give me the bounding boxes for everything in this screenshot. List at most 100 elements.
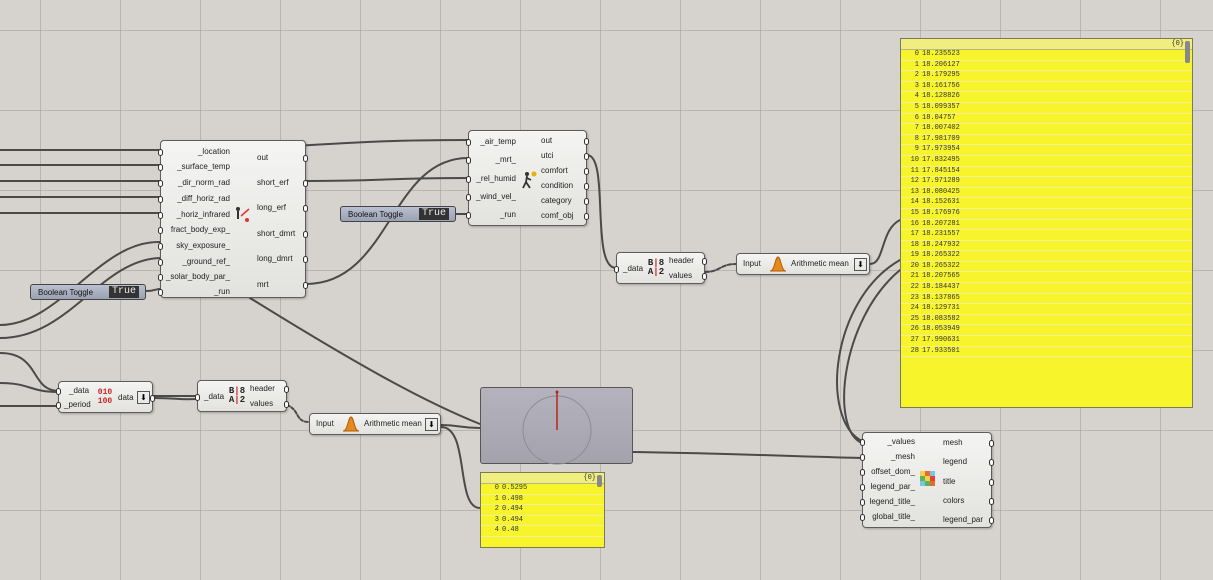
- output-out[interactable]: out: [257, 153, 268, 163]
- output-title[interactable]: title: [943, 477, 955, 487]
- output-data[interactable]: data: [118, 393, 134, 403]
- output-grip[interactable]: [284, 386, 289, 393]
- output-values[interactable]: values: [250, 399, 273, 409]
- input-grip[interactable]: [860, 499, 865, 506]
- deconstruct-data-bottom[interactable]: _data B|8 A|2 header values: [195, 380, 289, 412]
- output-utci[interactable]: utci: [541, 151, 553, 161]
- output-grip[interactable]: [150, 395, 155, 402]
- input-grip[interactable]: [614, 266, 619, 273]
- input-label[interactable]: Input: [316, 419, 334, 429]
- chevron-down-icon[interactable]: ⬇: [137, 391, 150, 404]
- input-wind-vel[interactable]: _wind_vel_: [476, 192, 516, 202]
- input-data[interactable]: _data: [623, 264, 643, 274]
- output-grip[interactable]: [303, 180, 308, 187]
- input-grip[interactable]: [860, 484, 865, 491]
- toggle-value[interactable]: True: [108, 286, 139, 298]
- output-grip[interactable]: [702, 258, 707, 265]
- output-grip[interactable]: [584, 213, 589, 220]
- input-mrt[interactable]: _mrt_: [496, 155, 516, 165]
- input-grip[interactable]: [158, 180, 163, 187]
- output-grip[interactable]: [702, 273, 707, 280]
- output-grip[interactable]: [284, 401, 289, 408]
- input-legend-title[interactable]: legend_title_: [870, 497, 915, 507]
- input-global-title[interactable]: global_title_: [872, 512, 915, 522]
- input-horiz-infrared[interactable]: _horiz_infrared: [177, 210, 230, 220]
- input-grip[interactable]: [158, 274, 163, 281]
- output-grip[interactable]: [989, 517, 994, 524]
- output-short-erf[interactable]: short_erf: [257, 178, 289, 188]
- input-grip[interactable]: [56, 402, 61, 409]
- chevron-down-icon[interactable]: ⬇: [425, 418, 438, 431]
- input-ground-ref[interactable]: _ground_ref_: [182, 257, 230, 267]
- grasshopper-canvas[interactable]: _location _surface_temp _dir_norm_rad _d…: [0, 0, 1213, 580]
- output-grip[interactable]: [303, 205, 308, 212]
- output-comf-obj[interactable]: comf_obj: [541, 211, 573, 221]
- output-values[interactable]: values: [669, 271, 692, 281]
- input-grip[interactable]: [466, 212, 471, 219]
- arithmetic-mean-bottom[interactable]: Input Arithmetic mean ⬇: [309, 413, 441, 435]
- input-values[interactable]: _values: [887, 437, 915, 447]
- output-grip[interactable]: [989, 479, 994, 486]
- input-fract-body-exp[interactable]: fract_body_exp_: [171, 225, 230, 235]
- output-grip[interactable]: [989, 498, 994, 505]
- output-header[interactable]: header: [250, 384, 275, 394]
- chevron-down-icon[interactable]: ⬇: [854, 258, 867, 271]
- color-mesh-legend-component[interactable]: _values _mesh offset_dom_ legend_par_ le…: [860, 432, 994, 528]
- output-legend-par[interactable]: legend_par: [943, 515, 983, 525]
- output-colors[interactable]: colors: [943, 496, 964, 506]
- input-grip[interactable]: [56, 388, 61, 395]
- deconstruct-data-top[interactable]: _data B|8 A|2 header values: [614, 252, 707, 284]
- input-grip[interactable]: [466, 157, 471, 164]
- input-air-temp[interactable]: _air_temp: [480, 137, 516, 147]
- input-data[interactable]: _data: [204, 392, 224, 402]
- output-panel-large[interactable]: {0} 0 18.235523 1 18.206127 2 18.179295 3 18.16…: [900, 38, 1193, 408]
- input-grip[interactable]: [860, 469, 865, 476]
- dial-gauge-component[interactable]: · ·: [480, 387, 633, 465]
- output-long-dmrt[interactable]: long_dmrt: [257, 254, 293, 264]
- input-grip[interactable]: [158, 259, 163, 266]
- boolean-toggle-run-mrt[interactable]: Boolean Toggle True: [30, 284, 146, 300]
- arithmetic-mean-top[interactable]: Input Arithmetic mean ⬇: [736, 253, 870, 275]
- input-rel-humid[interactable]: _rel_humid: [476, 174, 516, 184]
- input-dir-norm-rad[interactable]: _dir_norm_rad: [178, 178, 230, 188]
- output-grip[interactable]: [584, 168, 589, 175]
- output-grip[interactable]: [303, 256, 308, 263]
- boolean-toggle-run-utci[interactable]: Boolean Toggle True: [340, 206, 456, 222]
- output-panel-small[interactable]: {0} 0 0.5295 1 0.498 2 0.494 3 0.494 4 0.48: [480, 472, 605, 548]
- input-grip[interactable]: [158, 212, 163, 219]
- output-mrt[interactable]: mrt: [257, 280, 269, 290]
- input-grip[interactable]: [860, 514, 865, 521]
- input-grip[interactable]: [860, 454, 865, 461]
- output-category[interactable]: category: [541, 196, 572, 206]
- output-out[interactable]: out: [541, 136, 552, 146]
- input-grip[interactable]: [158, 164, 163, 171]
- output-grip[interactable]: [584, 138, 589, 145]
- input-label[interactable]: Input: [743, 259, 761, 269]
- input-sky-exposure[interactable]: sky_exposure_: [176, 241, 230, 251]
- output-grip[interactable]: [989, 440, 994, 447]
- input-solar-body-par[interactable]: _solar_body_par_: [166, 272, 230, 282]
- output-comfort[interactable]: comfort: [541, 166, 568, 176]
- output-long-erf[interactable]: long_erf: [257, 203, 286, 213]
- output-header[interactable]: header: [669, 256, 694, 266]
- input-grip[interactable]: [158, 149, 163, 156]
- input-data[interactable]: _data: [69, 386, 89, 396]
- input-run[interactable]: _run: [500, 210, 516, 220]
- period-filter-component[interactable]: _data _period 010 100 data ⬇: [56, 381, 155, 413]
- panel-scrollbar[interactable]: [1185, 41, 1190, 63]
- input-grip[interactable]: [158, 227, 163, 234]
- input-grip[interactable]: [158, 196, 163, 203]
- utci-comfort-component[interactable]: _air_temp _mrt_ _rel_humid _wind_vel_ _r…: [466, 130, 589, 226]
- output-grip[interactable]: [584, 183, 589, 190]
- input-surface-temp[interactable]: _surface_temp: [177, 162, 230, 172]
- output-grip[interactable]: [584, 198, 589, 205]
- input-legend-par[interactable]: legend_par_: [871, 482, 915, 492]
- input-diff-horiz-rad[interactable]: _diff_horiz_rad: [177, 194, 230, 204]
- input-offset-dom[interactable]: offset_dom_: [871, 467, 915, 477]
- output-grip[interactable]: [303, 155, 308, 162]
- panel-scrollbar[interactable]: [597, 475, 602, 487]
- input-grip[interactable]: [195, 394, 200, 401]
- output-grip[interactable]: [989, 459, 994, 466]
- input-mesh[interactable]: _mesh: [891, 452, 915, 462]
- input-grip[interactable]: [158, 289, 163, 296]
